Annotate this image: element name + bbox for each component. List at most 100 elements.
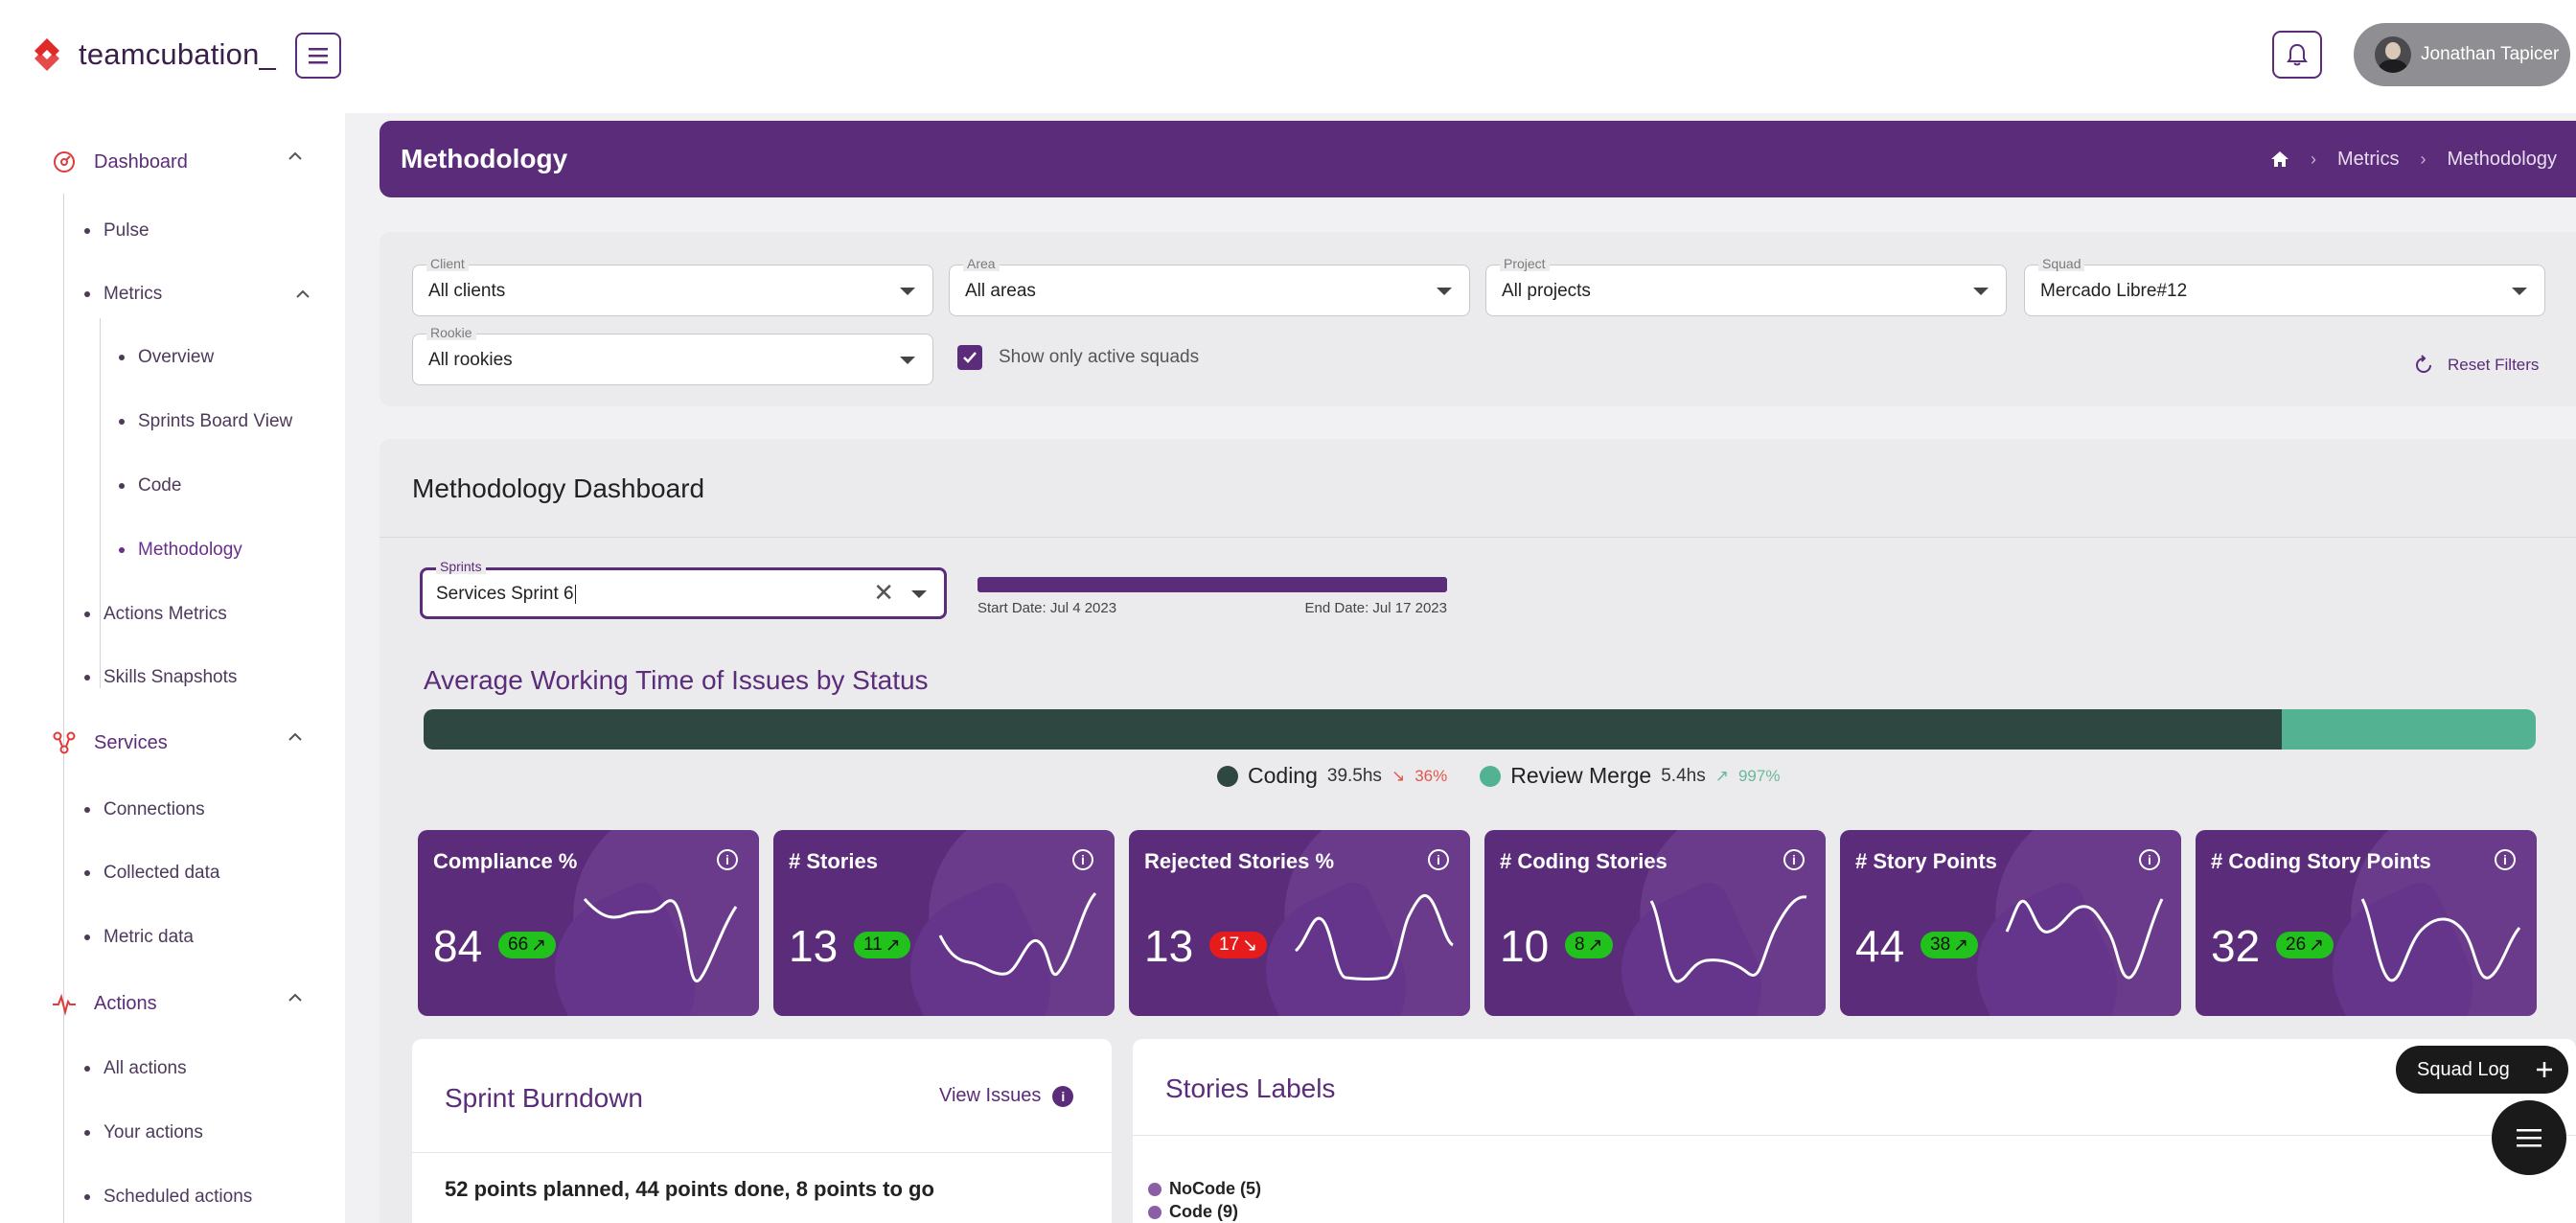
kpi-badge-value: 11 <box>863 935 883 955</box>
chevron-up-icon[interactable] <box>288 993 303 1003</box>
sidebar-item-code[interactable]: Code <box>119 475 181 496</box>
rookie-select[interactable]: Rookie All rookies <box>412 325 933 385</box>
kpi-card-rejected-stories[interactable]: Rejected Stories % i 13 17 ↘ <box>1129 830 1470 1016</box>
kpi-card-coding-stories[interactable]: # Coding Stories i 10 8 ↗ <box>1484 830 1826 1016</box>
legend-item-nocode[interactable]: NoCode (5) <box>1148 1179 1261 1199</box>
info-icon[interactable]: i <box>2139 849 2160 870</box>
user-menu[interactable]: Jonathan Tapicer <box>2354 23 2570 86</box>
logo[interactable]: teamcubation_ <box>27 35 276 75</box>
divider <box>1133 1135 2576 1136</box>
sidebar-item-skills-snapshots[interactable]: Skills Snapshots <box>84 667 237 688</box>
dashboard-gauge-icon <box>54 151 75 173</box>
legend-item-code[interactable]: Code (9) <box>1148 1202 1238 1222</box>
squad-log-label: Squad Log <box>2417 1058 2510 1080</box>
sprint-start-date: Start Date: Jul 4 2023 <box>978 600 1117 616</box>
bullet-dot <box>84 935 90 940</box>
kpi-badge: 26 ↗ <box>2276 932 2334 958</box>
chevron-up-icon[interactable] <box>288 151 303 161</box>
sidebar-item-all-actions[interactable]: All actions <box>84 1058 187 1079</box>
bullet-dot <box>119 483 125 489</box>
info-icon[interactable]: i <box>1072 849 1093 870</box>
info-icon: i <box>1052 1085 1074 1107</box>
kpi-title: Rejected Stories % <box>1144 849 1335 873</box>
info-icon[interactable]: i <box>1428 849 1449 870</box>
squad-select-value: Mercado Libre#12 <box>2040 281 2188 301</box>
reset-filters-button[interactable]: Reset Filters <box>2413 355 2539 376</box>
sidebar-item-methodology[interactable]: Methodology <box>119 540 242 561</box>
sidebar-item-label: Your actions <box>104 1122 203 1142</box>
kpi-card-coding-story-points[interactable]: # Coding Story Points i 32 26 ↗ <box>2196 830 2537 1016</box>
quick-actions-fab[interactable] <box>2492 1100 2566 1175</box>
awt-legend: Coding 39.5hs ↘ 36% Review Merge 5.4hs ↗… <box>1217 763 1780 789</box>
sidebar-item-label: Scheduled actions <box>104 1187 253 1207</box>
sidebar-item-scheduled-actions[interactable]: Scheduled actions <box>84 1187 252 1208</box>
sidebar-item-actions-metrics[interactable]: Actions Metrics <box>84 604 227 625</box>
active-squads-checkbox[interactable] <box>957 345 982 370</box>
trend-down-icon: ↘ <box>1242 935 1258 956</box>
info-icon[interactable]: i <box>2495 849 2516 870</box>
client-select[interactable]: Client All clients <box>412 256 933 316</box>
kpi-value: 10 <box>1500 921 1550 971</box>
sidebar-item-metric-data[interactable]: Metric data <box>84 927 194 948</box>
kpi-card-compliance[interactable]: Compliance % i 84 66 ↗ <box>418 830 759 1016</box>
menu-lines-icon <box>2517 1129 2542 1147</box>
sidebar-item-metrics[interactable]: Metrics <box>84 284 310 305</box>
view-issues-button[interactable]: View Issues i <box>939 1085 1074 1107</box>
sidebar: Dashboard Pulse Metrics Overview Sprints… <box>0 113 345 1223</box>
squad-select[interactable]: Squad Mercado Libre#12 <box>2024 256 2545 316</box>
project-select[interactable]: Project All projects <box>1485 256 2007 316</box>
kpi-value: 32 <box>2211 921 2261 971</box>
sidebar-item-label: Sprints Board View <box>138 411 293 431</box>
notifications-button[interactable] <box>2272 31 2322 79</box>
sidebar-item-sprints-board-view[interactable]: Sprints Board View <box>119 411 292 432</box>
home-icon[interactable] <box>2270 150 2289 168</box>
project-select-label: Project <box>1500 256 1550 271</box>
legend-name: Coding <box>1248 763 1318 788</box>
awt-segment-review-merge[interactable] <box>2281 709 2536 750</box>
sidebar-group-actions[interactable]: Actions <box>52 991 302 1016</box>
hamburger-menu-button[interactable] <box>295 33 341 79</box>
squad-log-button[interactable]: Squad Log <box>2396 1046 2568 1094</box>
sidebar-item-overview[interactable]: Overview <box>119 347 214 368</box>
dropdown-arrow-icon[interactable] <box>911 590 927 598</box>
sidebar-group-dashboard[interactable]: Dashboard <box>52 150 302 174</box>
chevron-up-icon[interactable] <box>288 732 303 742</box>
area-select-value: All areas <box>965 281 1036 301</box>
sidebar-item-connections[interactable]: Connections <box>84 799 205 820</box>
sidebar-item-your-actions[interactable]: Your actions <box>84 1122 203 1143</box>
sidebar-item-collected-data[interactable]: Collected data <box>84 863 219 884</box>
awt-segment-coding[interactable] <box>424 709 2282 750</box>
kpi-card-story-points[interactable]: # Story Points i 44 38 ↗ <box>1840 830 2181 1016</box>
sidebar-item-label: Code <box>138 475 182 496</box>
info-icon[interactable]: i <box>717 849 738 870</box>
kpi-badge: 11 ↗ <box>854 932 910 958</box>
area-select[interactable]: Area All areas <box>949 256 1470 316</box>
kpi-badge: 8 ↗ <box>1565 932 1613 958</box>
sidebar-group-label: Dashboard <box>94 150 188 173</box>
sidebar-item-label: Collected data <box>104 863 220 883</box>
sidebar-item-pulse[interactable]: Pulse <box>84 220 150 242</box>
kpi-badge-value: 66 <box>508 935 529 955</box>
kpi-card-stories[interactable]: # Stories i 13 11 ↗ <box>773 830 1115 1016</box>
sparkline <box>938 891 1097 977</box>
sidebar-item-label: Skills Snapshots <box>104 667 238 687</box>
info-icon[interactable]: i <box>1783 849 1805 870</box>
sidebar-group-services[interactable]: Services <box>52 730 302 755</box>
sidebar-group-label: Services <box>94 731 168 753</box>
bullet-dot <box>84 1194 90 1200</box>
active-squads-label[interactable]: Show only active squads <box>999 347 1199 368</box>
chevron-right-icon: › <box>2311 149 2317 169</box>
breadcrumb-metrics[interactable]: Metrics <box>2337 149 2399 171</box>
view-issues-label: View Issues <box>939 1085 1042 1106</box>
breadcrumb: › Metrics › Methodology <box>2270 149 2557 171</box>
chevron-up-icon[interactable] <box>295 289 310 299</box>
sidebar-item-label: Metrics <box>104 284 163 304</box>
clear-icon[interactable]: ✕ <box>873 580 894 605</box>
sidebar-group-label: Actions <box>94 992 157 1014</box>
dropdown-arrow-icon <box>900 288 915 295</box>
sprints-select[interactable]: Sprints Services Sprint 6 ✕ <box>420 559 947 619</box>
stories-labels-title: Stories Labels <box>1165 1073 1336 1103</box>
sprint-burndown-panel: Sprint Burndown View Issues i 52 points … <box>412 1039 1112 1223</box>
trend-up-icon: ↗ <box>2309 935 2325 956</box>
legend-label: NoCode (5) <box>1169 1179 1261 1198</box>
